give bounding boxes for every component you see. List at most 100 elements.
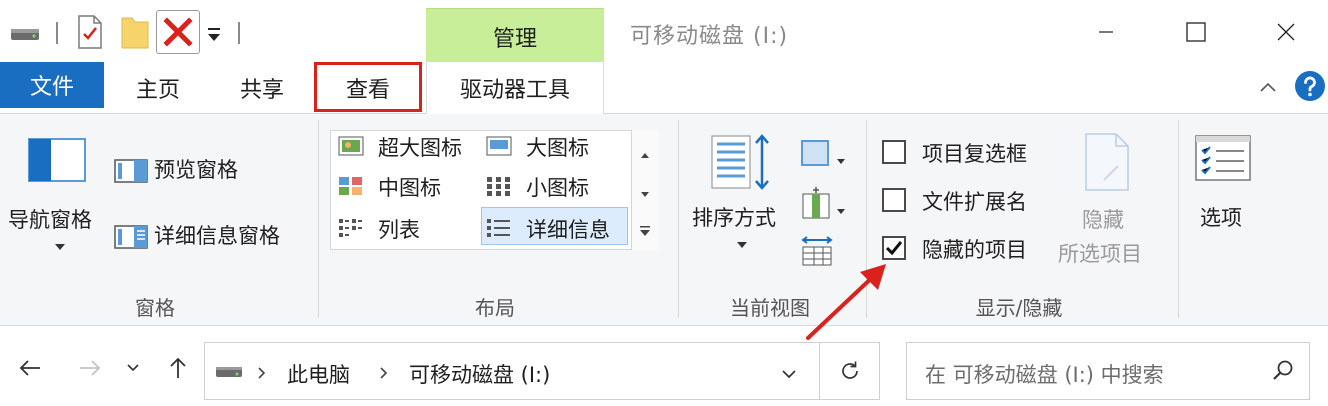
breadcrumb-this-pc[interactable]: 此电脑	[287, 359, 350, 389]
address-history-icon[interactable]	[781, 365, 797, 384]
maximize-button[interactable]	[1166, 10, 1226, 54]
collapse-ribbon-icon[interactable]	[1256, 76, 1280, 100]
layout-large-icons[interactable]: 大图标	[486, 132, 626, 162]
group-label-show-hide: 显示/隐藏	[975, 296, 1063, 320]
group-label-layout: 布局	[475, 296, 515, 320]
sort-by-icon	[710, 132, 772, 196]
small-icons-icon	[486, 176, 512, 200]
tab-manage-label: 管理	[492, 27, 537, 52]
chevron-down-icon	[836, 150, 846, 169]
item-checkboxes-label: 项目复选框	[922, 142, 1027, 166]
address-bar[interactable]: 此电脑 可移动磁盘 (I:)	[204, 342, 820, 400]
file-extensions-label: 文件扩展名	[922, 190, 1027, 214]
sort-by-label: 排序方式	[692, 206, 776, 230]
add-columns-button[interactable]	[800, 186, 850, 220]
delete-icon[interactable]	[156, 10, 200, 54]
qat-separator-2	[238, 22, 240, 44]
hide-selected-label-2: 所选项目	[1058, 242, 1142, 266]
chevron-down-icon	[736, 234, 748, 253]
layout-list[interactable]: 列表	[338, 214, 478, 244]
refresh-button[interactable]	[820, 342, 880, 400]
list-icon	[338, 218, 364, 242]
preview-pane-label: 预览窗格	[154, 158, 238, 182]
help-icon[interactable]	[1294, 70, 1326, 102]
layout-small-icons[interactable]: 小图标	[486, 172, 626, 202]
chevron-down-icon	[836, 200, 846, 219]
ribbon-view: 导航窗格 预览窗格 详细信息窗格 窗格 超大图标 大图标 中图标 小图标 列表 …	[0, 114, 1328, 326]
new-folder-icon[interactable]	[120, 14, 150, 50]
preview-pane-button[interactable]: 预览窗格	[114, 154, 264, 186]
sort-by-button[interactable]: 排序方式	[690, 130, 794, 270]
layout-extra-large-label: 超大图标	[378, 136, 462, 160]
tab-home[interactable]: 主页	[118, 62, 198, 114]
details-pane-button[interactable]: 详细信息窗格	[114, 220, 304, 252]
group-separator	[318, 120, 319, 318]
minimize-button[interactable]	[1076, 10, 1136, 54]
group-by-icon	[800, 138, 834, 172]
options-button[interactable]: 选项	[1188, 130, 1258, 270]
search-placeholder: 在 可移动磁盘 (I:) 中搜索	[925, 363, 1164, 387]
breadcrumb-removable-disk[interactable]: 可移动磁盘 (I:)	[409, 359, 550, 389]
properties-icon[interactable]	[76, 14, 104, 50]
medium-icons-icon	[338, 176, 364, 200]
layout-gallery-scrollbar[interactable]	[631, 130, 658, 250]
add-columns-icon	[800, 186, 834, 224]
hide-selected-label-1: 隐藏	[1082, 208, 1124, 232]
maximize-icon	[1186, 22, 1206, 42]
details-pane-label: 详细信息窗格	[154, 224, 280, 248]
forward-button[interactable]	[70, 348, 110, 388]
group-separator	[678, 120, 679, 318]
layout-details-label: 详细信息	[526, 218, 610, 242]
item-checkboxes-checkbox[interactable]	[882, 140, 906, 164]
item-checkboxes-option[interactable]: 项目复选框	[882, 138, 1062, 168]
hidden-items-option[interactable]: 隐藏的项目	[882, 234, 1062, 264]
recent-locations-button[interactable]	[118, 348, 148, 388]
drive-icon	[215, 363, 243, 385]
tab-file[interactable]: 文件	[0, 62, 104, 108]
large-icons-icon	[486, 136, 512, 160]
close-window-button[interactable]	[1256, 10, 1316, 54]
back-arrow-icon	[19, 360, 40, 376]
tab-manage[interactable]: 管理	[426, 8, 604, 62]
qat-separator	[56, 22, 58, 44]
hide-selected-items-button[interactable]: 隐藏 所选项目	[1058, 130, 1168, 272]
preview-pane-icon	[114, 159, 148, 187]
file-extensions-option[interactable]: 文件扩展名	[882, 186, 1062, 216]
gallery-more-icon[interactable]	[639, 222, 651, 241]
options-label: 选项	[1200, 206, 1242, 230]
navigation-pane-label: 导航窗格	[8, 208, 92, 232]
group-label-panes: 窗格	[135, 296, 175, 320]
tab-drive-tools[interactable]: 驱动器工具	[426, 62, 604, 114]
layout-details[interactable]: 详细信息	[486, 214, 626, 244]
breadcrumb-separator-icon[interactable]	[257, 365, 267, 384]
layout-large-label: 大图标	[526, 136, 589, 160]
tab-share[interactable]: 共享	[222, 62, 302, 114]
navigation-pane-button[interactable]: 导航窗格	[6, 136, 110, 266]
search-box[interactable]: 在 可移动磁盘 (I:) 中搜索	[906, 342, 1310, 400]
layout-extra-large-icons[interactable]: 超大图标	[338, 132, 478, 162]
group-separator	[1178, 120, 1179, 318]
refresh-icon	[841, 361, 858, 379]
extra-large-icons-icon	[338, 136, 364, 160]
back-button[interactable]	[10, 348, 50, 388]
breadcrumb-separator-icon[interactable]	[379, 365, 389, 384]
scroll-down-icon[interactable]	[640, 184, 650, 203]
layout-small-label: 小图标	[526, 176, 589, 200]
file-extensions-checkbox[interactable]	[882, 188, 906, 212]
layout-medium-icons[interactable]: 中图标	[338, 172, 478, 202]
layout-medium-label: 中图标	[378, 176, 441, 200]
scroll-up-icon[interactable]	[640, 144, 650, 163]
chevron-down-icon	[54, 236, 66, 255]
customize-qat-icon[interactable]	[204, 22, 224, 46]
options-icon	[1194, 134, 1252, 186]
view-tab-highlight	[314, 62, 422, 112]
group-by-button[interactable]	[800, 138, 850, 168]
details-pane-icon	[114, 225, 148, 253]
title-bar: 管理 可移动磁盘 (I:)	[0, 0, 1328, 62]
ribbon-tab-bar: 文件 主页 共享 查看 驱动器工具	[0, 62, 1328, 114]
up-button[interactable]	[158, 348, 198, 388]
window-title: 可移动磁盘 (I:)	[630, 24, 789, 49]
details-icon	[486, 218, 512, 242]
search-icon[interactable]	[1271, 359, 1295, 387]
drive-icon[interactable]	[10, 24, 40, 44]
